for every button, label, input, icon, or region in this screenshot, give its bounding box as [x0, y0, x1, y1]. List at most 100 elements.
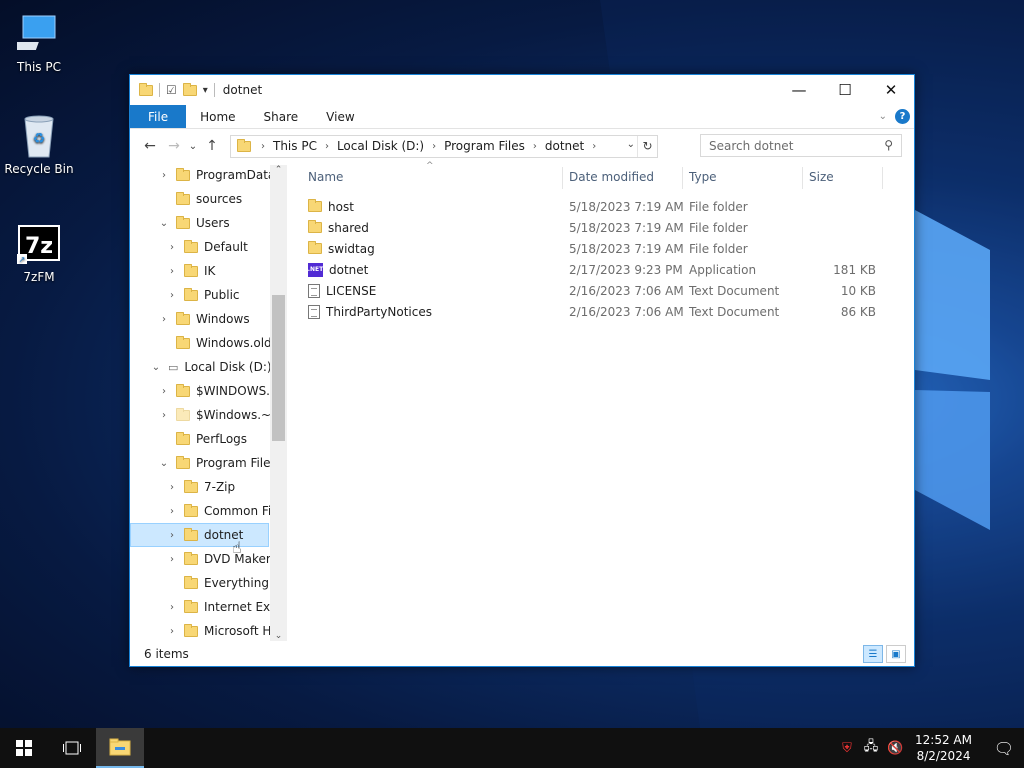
tree-item-default[interactable]: › Default — [164, 235, 248, 259]
large-icons-view-icon[interactable]: ▣ — [886, 645, 906, 663]
chevron-right-icon[interactable]: › — [428, 141, 440, 152]
file-row-thirdpartynotices[interactable]: ThirdPartyNotices 2/16/2023 7:06 AM Text… — [296, 301, 896, 322]
column-divider[interactable] — [882, 167, 883, 189]
task-view-button[interactable] — [48, 728, 96, 768]
close-button[interactable]: ✕ — [868, 75, 914, 105]
chevron-down-icon[interactable]: ⌄ — [148, 362, 164, 373]
tree-item-windows-old[interactable]: Windows.old — [156, 331, 272, 355]
chevron-down-icon[interactable]: ⌄ — [156, 458, 172, 469]
tree-item-windows-ws[interactable]: › $Windows.~V — [156, 403, 279, 427]
desktop-icon-recycle-bin[interactable]: ♻ Recycle Bin — [1, 112, 77, 176]
tree-item-microsoft-h[interactable]: › Microsoft H — [164, 619, 271, 643]
tree-item-users[interactable]: ⌄ Users — [156, 211, 230, 235]
minimize-button[interactable]: — — [776, 75, 822, 105]
clock[interactable]: 12:52 AM 8/2/2024 — [915, 732, 972, 764]
column-header-date[interactable]: Date modified — [569, 170, 654, 184]
tree-item-internet-explorer[interactable]: › Internet Exp — [164, 595, 278, 619]
properties-icon[interactable]: ☑ — [166, 83, 177, 97]
forward-button[interactable]: → — [162, 138, 186, 154]
scroll-down-icon[interactable]: ⌄ — [270, 631, 287, 641]
chevron-right-icon[interactable]: › — [164, 530, 180, 541]
breadcrumb-local-disk[interactable]: Local Disk (D:) — [333, 139, 428, 153]
recent-locations-button[interactable]: ⌄ — [186, 141, 200, 152]
chevron-right-icon[interactable]: › — [588, 141, 600, 152]
new-folder-icon[interactable] — [182, 82, 197, 96]
action-center-icon[interactable]: 🗨 — [984, 728, 1024, 768]
scroll-up-icon[interactable]: ⌃ — [270, 165, 287, 175]
svg-text:7z: 7z — [25, 234, 53, 259]
chevron-right-icon[interactable]: › — [156, 386, 172, 397]
tree-item-program-files[interactable]: ⌄ Program Files — [156, 451, 277, 475]
nav-pane-scrollbar[interactable]: ⌃ ⌄ — [270, 165, 287, 641]
file-row-dotnet[interactable]: .NET dotnet 2/17/2023 9:23 PM Application… — [296, 259, 896, 280]
column-divider[interactable] — [562, 167, 563, 189]
breadcrumb-program-files[interactable]: Program Files — [440, 139, 529, 153]
customize-qat-icon[interactable]: ▾ — [203, 85, 208, 96]
chevron-right-icon[interactable]: › — [164, 506, 180, 517]
address-bar[interactable]: › This PC › Local Disk (D:) › Program Fi… — [230, 134, 658, 158]
help-icon[interactable]: ? — [895, 109, 910, 124]
breadcrumb-this-pc[interactable]: This PC — [269, 139, 321, 153]
tab-share[interactable]: Share — [250, 105, 313, 128]
tree-item-sources[interactable]: sources — [156, 187, 242, 211]
tree-item-perflogs[interactable]: PerfLogs — [156, 427, 247, 451]
tree-item-7zip[interactable]: › 7-Zip — [164, 475, 235, 499]
scrollbar-thumb[interactable] — [272, 295, 285, 441]
expand-ribbon-icon[interactable]: ⌄ — [879, 111, 887, 122]
tree-item-everything[interactable]: Everything — [164, 571, 269, 595]
chevron-right-icon[interactable]: › — [164, 602, 180, 613]
maximize-button[interactable]: ☐ — [822, 75, 868, 105]
file-row-license[interactable]: LICENSE 2/16/2023 7:06 AM Text Document … — [296, 280, 896, 301]
chevron-right-icon[interactable]: › — [164, 242, 180, 253]
chevron-right-icon[interactable]: › — [156, 410, 172, 421]
tree-item-dvd-maker[interactable]: › DVD Maker — [164, 547, 271, 571]
security-icon[interactable]: ⛨ — [835, 741, 859, 756]
chevron-right-icon[interactable]: › — [156, 314, 172, 325]
breadcrumb-dotnet[interactable]: dotnet — [541, 139, 588, 153]
network-icon[interactable]: 🖧 — [859, 737, 883, 759]
tab-view[interactable]: View — [312, 105, 368, 128]
column-header-name[interactable]: Name — [308, 170, 343, 184]
file-row-swidtag[interactable]: swidtag 5/18/2023 7:19 AM File folder — [296, 238, 896, 259]
chevron-right-icon[interactable]: › — [321, 141, 333, 152]
tree-item-windows-bt[interactable]: › $WINDOWS.~ — [156, 379, 280, 403]
tab-file[interactable]: File — [130, 105, 187, 128]
chevron-right-icon[interactable]: › — [164, 482, 180, 493]
column-divider[interactable] — [802, 167, 803, 189]
taskbar-file-explorer[interactable] — [96, 728, 144, 768]
chevron-right-icon[interactable]: › — [164, 626, 180, 637]
tree-item-dotnet[interactable]: › dotnet — [130, 523, 269, 547]
tree-item-public[interactable]: › Public — [164, 283, 240, 307]
volume-muted-icon[interactable]: 🔇 — [883, 741, 907, 756]
column-header-type[interactable]: Type — [689, 170, 717, 184]
chevron-right-icon[interactable]: › — [529, 141, 541, 152]
desktop-icon-this-pc[interactable]: This PC — [1, 10, 77, 74]
file-type: Text Document — [689, 283, 780, 298]
file-row-host[interactable]: host 5/18/2023 7:19 AM File folder — [296, 196, 896, 217]
back-button[interactable]: ← — [138, 138, 162, 154]
refresh-icon[interactable]: ↻ — [637, 135, 657, 157]
desktop-icon-7zfm[interactable]: 7z ↗ 7zFM — [1, 220, 77, 284]
column-header-size[interactable]: Size — [809, 170, 834, 184]
details-view-icon[interactable]: ☰ — [863, 645, 883, 663]
file-row-shared[interactable]: shared 5/18/2023 7:19 AM File folder — [296, 217, 896, 238]
search-input[interactable]: Search dotnet ⚲ — [700, 134, 902, 157]
chevron-right-icon[interactable]: › — [257, 141, 269, 152]
tree-item-windows[interactable]: › Windows — [156, 307, 250, 331]
chevron-down-icon[interactable]: ⌄ — [156, 218, 172, 229]
tree-item-programdata[interactable]: › ProgramData — [156, 163, 275, 187]
tree-item-common-files[interactable]: › Common Fi — [164, 499, 271, 523]
svg-text:♻: ♻ — [33, 131, 46, 147]
column-divider[interactable] — [682, 167, 683, 189]
title-bar[interactable]: ☑ ▾ dotnet — ☐ ✕ — [130, 75, 914, 105]
up-button[interactable]: ↑ — [200, 138, 224, 154]
address-dropdown-icon[interactable]: ⌄ — [627, 139, 635, 150]
chevron-right-icon[interactable]: › — [164, 554, 180, 565]
tab-home[interactable]: Home — [186, 105, 249, 128]
chevron-right-icon[interactable]: › — [164, 290, 180, 301]
tree-item-ik[interactable]: › IK — [164, 259, 215, 283]
start-button[interactable] — [0, 728, 48, 768]
chevron-right-icon[interactable]: › — [156, 170, 172, 181]
chevron-right-icon[interactable]: › — [164, 266, 180, 277]
tree-item-local-disk-d[interactable]: ⌄ ▭ Local Disk (D:) — [148, 355, 272, 379]
